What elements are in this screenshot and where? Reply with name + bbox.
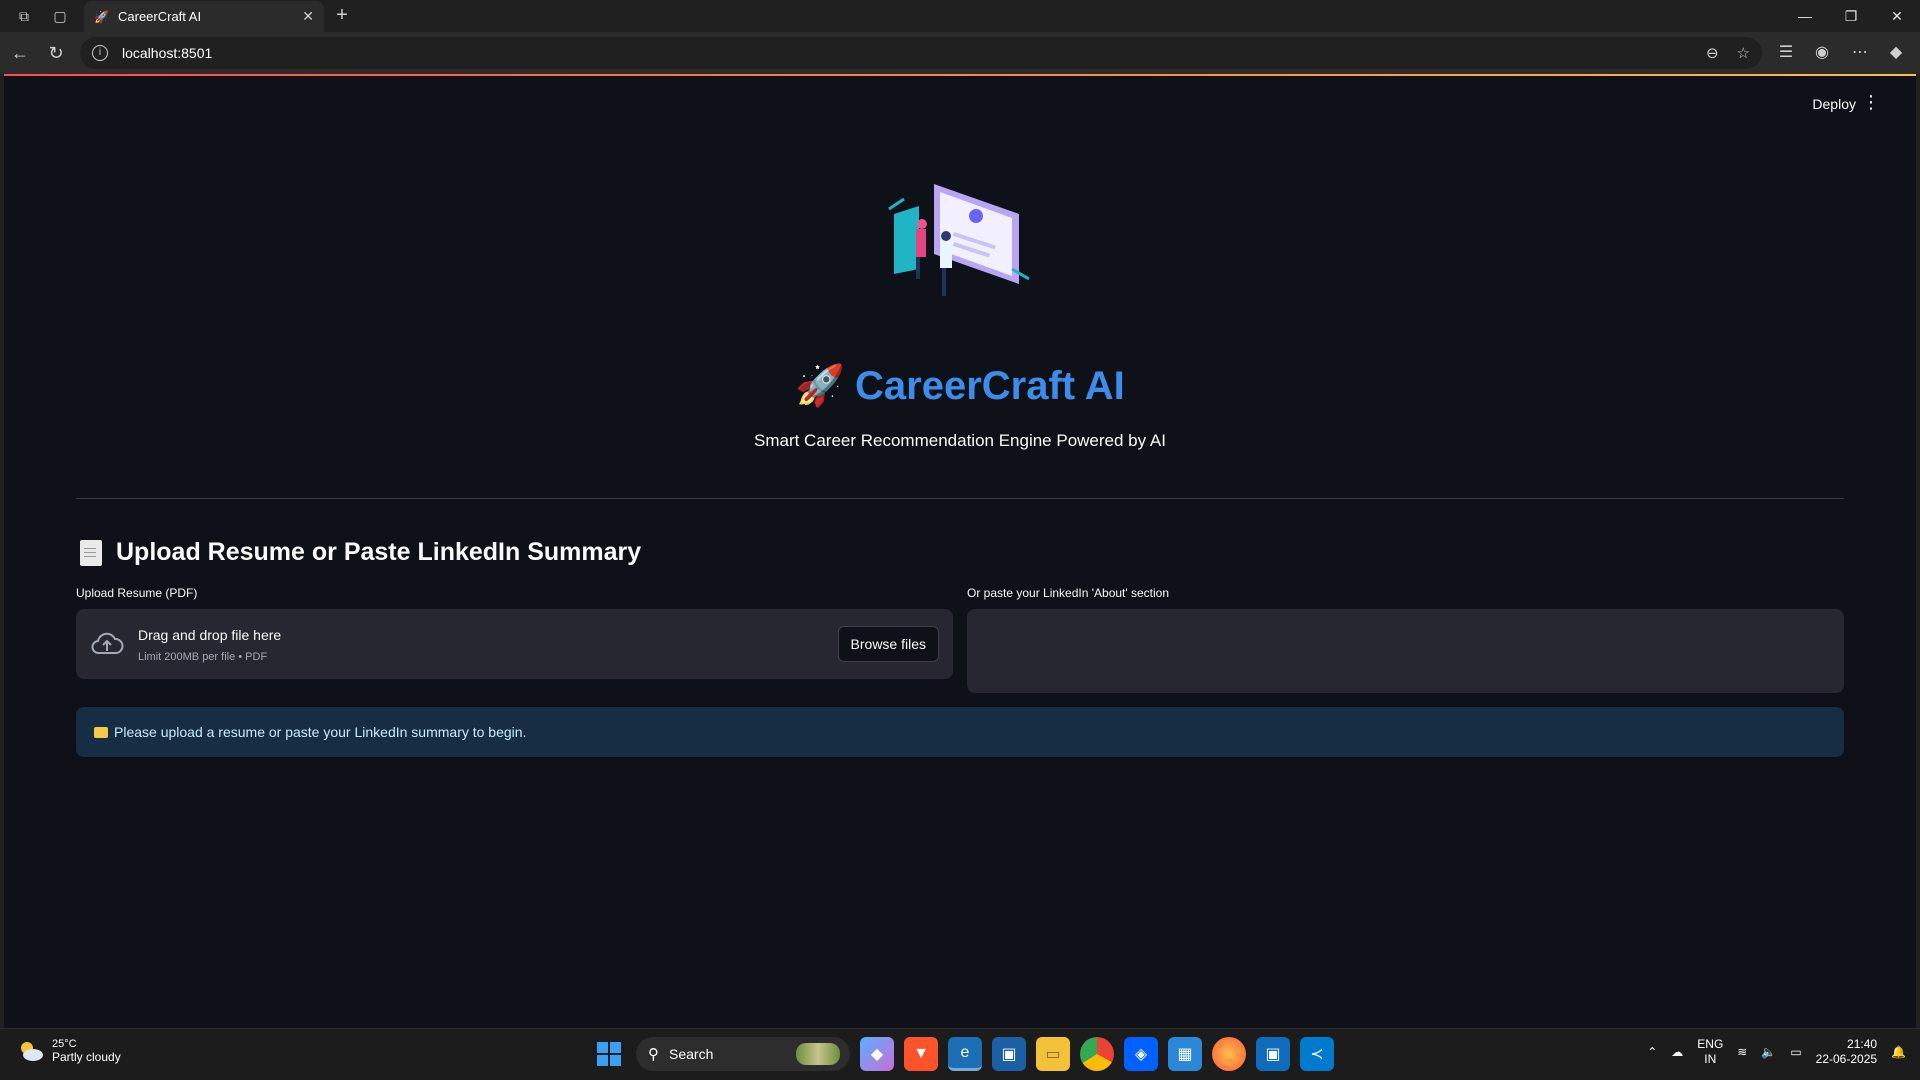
volume-icon[interactable]: 🔈 <box>1761 1045 1776 1059</box>
tab-careercraft[interactable]: 🚀 CareerCraft AI ✕ <box>84 1 324 32</box>
clock-time: 21:40 <box>1847 1037 1878 1051</box>
profile-avatar[interactable]: ◉ <box>1810 41 1834 65</box>
start-button[interactable] <box>592 1037 626 1071</box>
dropzone-title: Drag and drop file here <box>138 627 282 643</box>
vertical-tabs-icon[interactable]: ▢ <box>42 0 78 32</box>
chrome-app-icon[interactable] <box>1080 1037 1114 1071</box>
back-icon[interactable]: ← <box>8 41 32 65</box>
zoom-icon[interactable]: ⊖ <box>1706 44 1719 62</box>
copilot-app-icon[interactable]: ◆ <box>860 1037 894 1071</box>
address-bar[interactable]: i localhost:8501 ⊖ ☆ <box>80 37 1762 69</box>
tab-title: CareerCraft AI <box>118 9 202 24</box>
browser-tab-bar: ⧉ ▢ 🚀 CareerCraft AI ✕ + — ❐ ✕ <box>0 0 1920 32</box>
rocket-icon: 🚀 <box>795 364 846 408</box>
cloud-upload-icon <box>91 632 124 654</box>
main-menu-icon[interactable]: ⋮ <box>1862 92 1880 113</box>
site-info-icon[interactable]: i <box>92 45 108 61</box>
search-icon: ⚲ <box>648 1046 659 1063</box>
clock[interactable]: 21:40 22-06-2025 <box>1816 1037 1877 1067</box>
more-options-icon[interactable]: ⋯ <box>1848 41 1872 65</box>
partly-cloudy-icon <box>21 1042 43 1061</box>
dropbox-app-icon[interactable]: ◈ <box>1124 1037 1158 1071</box>
temperature: 25°C <box>52 1038 77 1050</box>
taskbar-search[interactable]: ⚲ Search <box>636 1037 850 1071</box>
section-heading: Upload Resume or Paste LinkedIn Summary <box>80 538 641 567</box>
system-tray: ⌃ ☁ ENG IN ≋ 🔈 ▭ 21:40 22-06-2025 🔔 <box>1647 1037 1906 1067</box>
info-alert: Please upload a resume or paste your Lin… <box>76 707 1844 757</box>
app-page: Deploy ⋮ 🚀 CareerCraft AI Smart Career Re… <box>4 74 1916 1028</box>
weather-condition: Partly cloudy <box>52 1050 121 1064</box>
tab-close-icon[interactable]: ✕ <box>302 8 314 25</box>
taskbar-apps: ⚲ Search ◆ ▼ e ▣ ▭ ◈ ▦ ▣ ≺ <box>592 1037 1334 1071</box>
store-mini-app-icon[interactable]: ▣ <box>992 1037 1026 1071</box>
brave-app-icon[interactable]: ▼ <box>904 1037 938 1071</box>
deploy-button[interactable]: Deploy <box>1812 96 1856 112</box>
copilot-icon[interactable]: ◆ <box>1884 41 1908 65</box>
refresh-icon[interactable]: ↻ <box>44 41 68 65</box>
upload-label: Upload Resume (PDF) <box>76 586 198 600</box>
new-tab-button[interactable]: + <box>330 4 354 28</box>
file-explorer-icon[interactable]: ▭ <box>1036 1037 1070 1071</box>
clock-date: 22-06-2025 <box>1815 1052 1878 1066</box>
dropzone-limit: Limit 200MB per file • PDF <box>138 651 268 663</box>
minimize-icon[interactable]: — <box>1782 0 1828 32</box>
app-title: 🚀 CareerCraft AI <box>795 364 1125 408</box>
linkedin-textarea[interactable] <box>967 609 1844 693</box>
language-indicator[interactable]: ENG IN <box>1697 1037 1723 1067</box>
edge-app-icon[interactable]: e <box>948 1037 982 1071</box>
header-decoration <box>4 74 1916 76</box>
window-close-icon[interactable]: ✕ <box>1874 0 1920 32</box>
folder-icon <box>94 726 108 738</box>
favorites-icon[interactable]: ☰ <box>1774 41 1798 65</box>
taskbar: 25°C Partly cloudy ⚲ Search ◆ ▼ e ▣ ▭ ◈ … <box>0 1028 1920 1080</box>
hero-illustration <box>888 184 1030 296</box>
blue-app-icon[interactable]: ▣ <box>1256 1037 1290 1071</box>
weather-widget[interactable]: 25°C Partly cloudy <box>18 1038 121 1064</box>
vscode-app-icon[interactable]: ≺ <box>1300 1037 1334 1071</box>
wifi-icon[interactable]: ≋ <box>1737 1045 1747 1059</box>
url-text: localhost:8501 <box>122 45 213 61</box>
app-subtitle: Smart Career Recommendation Engine Power… <box>754 431 1166 450</box>
browser-toolbar: ← ↻ i localhost:8501 ⊖ ☆ ☰ ◉ ⋯ ◆ <box>0 32 1920 74</box>
restore-icon[interactable]: ❐ <box>1828 0 1874 32</box>
notification-icon[interactable]: 🔔 <box>1891 1045 1906 1059</box>
rocket-favicon-icon: 🚀 <box>94 9 109 24</box>
divider <box>76 498 1844 499</box>
onedrive-icon[interactable]: ☁ <box>1671 1045 1683 1059</box>
chevron-up-icon[interactable]: ⌃ <box>1647 1045 1657 1059</box>
info-message: Please upload a resume or paste your Lin… <box>114 724 527 740</box>
microsoft-store-icon[interactable]: ▦ <box>1168 1037 1202 1071</box>
firefox-app-icon[interactable] <box>1212 1037 1246 1071</box>
workspaces-icon[interactable]: ⧉ <box>6 0 42 32</box>
favorite-star-icon[interactable]: ☆ <box>1737 44 1750 62</box>
browse-files-button[interactable]: Browse files <box>837 626 939 662</box>
search-highlight-image <box>796 1043 840 1065</box>
file-dropzone[interactable]: Drag and drop file here Limit 200MB per … <box>76 609 953 679</box>
document-icon <box>80 539 102 566</box>
linkedin-label: Or paste your LinkedIn 'About' section <box>967 586 1170 600</box>
battery-icon[interactable]: ▭ <box>1790 1045 1801 1059</box>
